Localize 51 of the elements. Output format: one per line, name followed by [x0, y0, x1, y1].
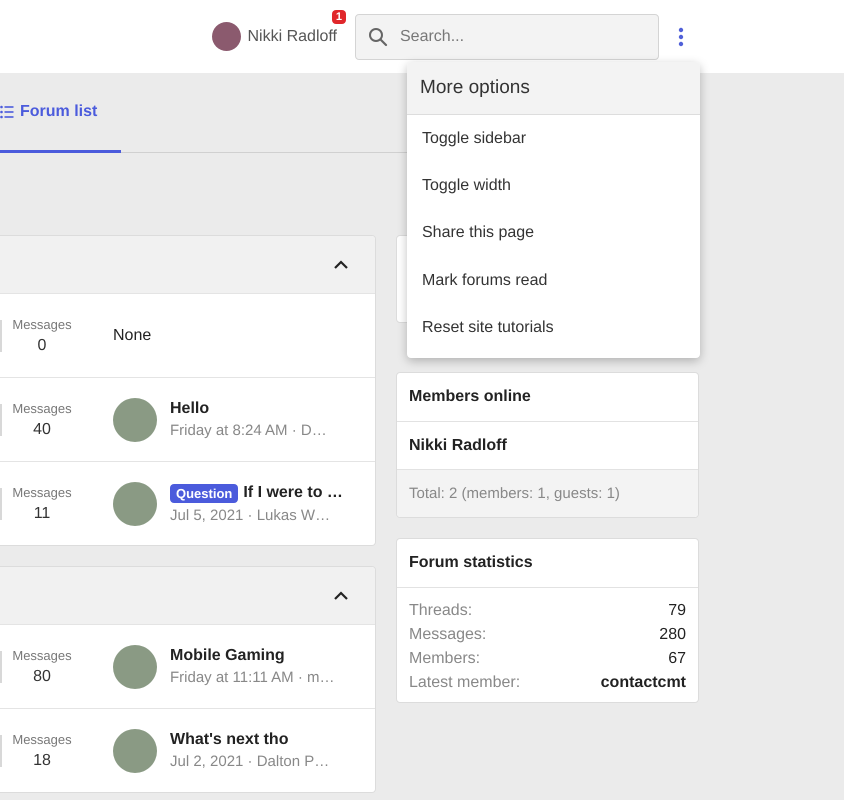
card-title: Forum statistics: [397, 539, 698, 588]
stat-label: Members:: [409, 650, 480, 668]
card-title: Members online: [397, 373, 698, 422]
stat-value: 18: [33, 752, 51, 770]
online-total: Total: 2 (members: 1, guests: 1): [397, 470, 698, 517]
search-field[interactable]: Search...: [355, 14, 659, 60]
avatar-placeholder: [113, 644, 157, 688]
avatar-placeholder: [113, 482, 157, 526]
stat-label: Messages: [12, 484, 72, 500]
stat-value: 79: [668, 602, 686, 620]
collapse-icon[interactable]: [333, 590, 349, 602]
thread-meta: Jul 5, 2021 · Lukas W…: [170, 506, 332, 524]
stat-value: 11: [34, 504, 50, 522]
avatar-placeholder: [113, 728, 157, 772]
menu-item[interactable]: Mark forums read: [407, 257, 700, 305]
menu-item[interactable]: Toggle width: [407, 162, 700, 210]
stat-value: 0: [38, 336, 46, 354]
stat-value: 40: [33, 420, 51, 438]
thread-meta: Friday at 8:24 AM · D…: [170, 422, 327, 439]
menu-title: More options: [407, 62, 700, 115]
thread-prefix-label: Question: [170, 484, 238, 502]
collapse-icon[interactable]: [333, 258, 349, 270]
stat-value: 80: [33, 668, 51, 686]
stat-value: 67: [668, 650, 686, 668]
menu-item[interactable]: Reset site tutorials: [407, 304, 700, 352]
member-link[interactable]: contactcmt: [600, 674, 686, 692]
alert-badge: 1: [332, 10, 346, 24]
stat-label: Messages: [12, 316, 72, 332]
avatar-placeholder: [212, 22, 242, 51]
avatar-placeholder: [113, 398, 157, 442]
stat-label: Messages: [12, 648, 72, 662]
stat-label: Messages:: [409, 626, 486, 644]
forum-list-tab[interactable]: Forum list: [0, 73, 121, 153]
stat-value: 280: [659, 626, 686, 644]
menu-item[interactable]: Share this page: [407, 210, 700, 258]
thread-title-link[interactable]: What's next tho: [170, 731, 288, 749]
thread-meta: Friday at 11:11 AM · m…: [170, 669, 334, 686]
thread-title-link[interactable]: Mobile Gaming: [170, 647, 285, 665]
stat-label: Threads:: [409, 602, 472, 620]
stat-label: Latest member:: [409, 674, 520, 692]
latest-none: None: [113, 326, 152, 344]
list-icon: [0, 104, 14, 118]
menu-item[interactable]: Toggle sidebar: [407, 115, 700, 162]
thread-title-link[interactable]: If I were to …: [243, 484, 343, 502]
more-options-icon[interactable]: [678, 26, 684, 46]
user-link[interactable]: Nikki Radloff: [212, 22, 337, 51]
stat-label: Messages: [12, 400, 72, 416]
search-icon: [368, 26, 388, 46]
thread-title-link[interactable]: Hello: [170, 400, 210, 418]
stat-label: Messages: [12, 732, 72, 746]
thread-meta: Jul 2, 2021 · Dalton P…: [170, 753, 330, 770]
